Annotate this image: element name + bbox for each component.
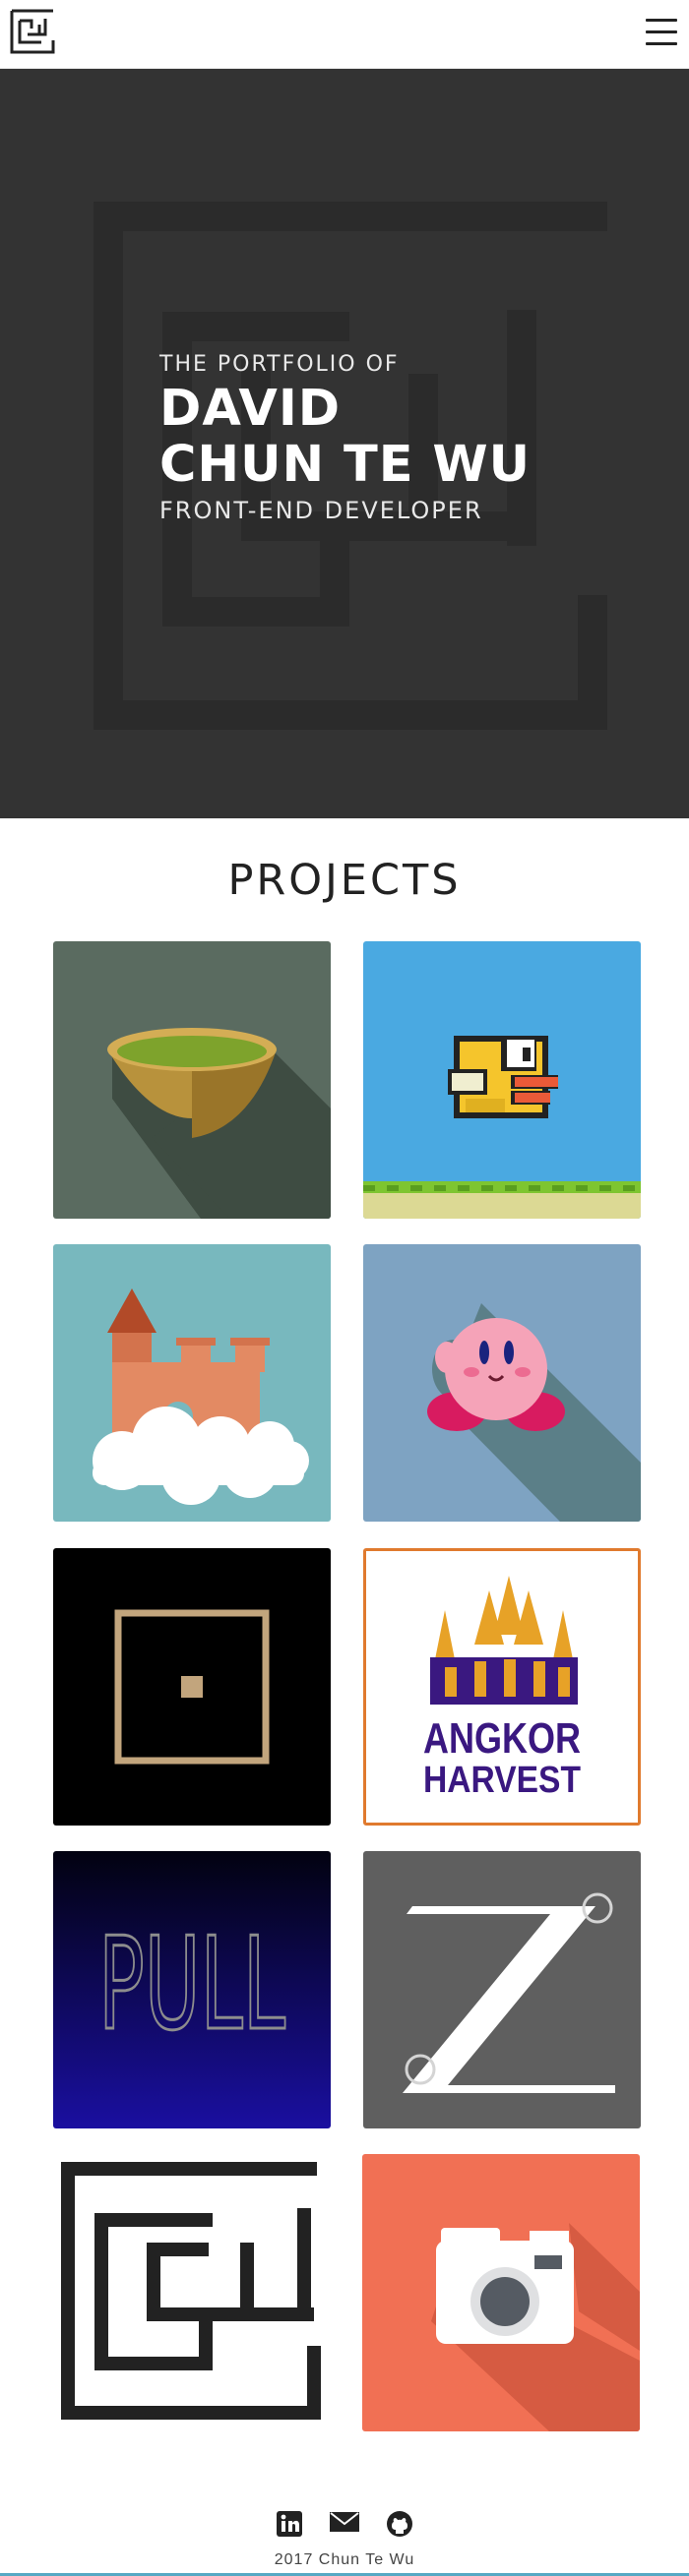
angkor-text-2: HARVEST — [423, 1760, 581, 1801]
project-tile-pull[interactable]: PULL — [53, 1851, 331, 2128]
top-navbar — [0, 0, 689, 69]
project-tile-tea[interactable] — [53, 941, 331, 1219]
footer-social-links — [0, 2510, 689, 2538]
hero-section: THE PORTFOLIO OF DAVID CHUN TE WU FRONT-… — [0, 69, 689, 818]
project-tile-kirby[interactable] — [363, 1244, 641, 1522]
cw-maze-logo-icon[interactable] — [10, 9, 55, 54]
hamburger-menu-icon[interactable] — [646, 19, 677, 46]
pull-game-icon: PULL — [53, 1851, 331, 2128]
hero-role: FRONT-END DEVELOPER — [159, 497, 483, 524]
hero-name-line1: DAVID — [159, 380, 342, 438]
tea-bowl-icon — [53, 941, 331, 1219]
angkor-text-1: ANGKOR — [423, 1714, 581, 1763]
project-tile-square[interactable] — [53, 1548, 331, 1826]
linkedin-icon[interactable] — [274, 2510, 305, 2538]
email-icon[interactable] — [329, 2510, 360, 2538]
github-icon[interactable] — [384, 2510, 415, 2538]
hero-heading: THE PORTFOLIO OF DAVID CHUN TE WU FRONT-… — [159, 352, 531, 524]
kirby-icon — [363, 1244, 641, 1522]
project-tile-angkor[interactable]: ANGKOR HARVEST — [363, 1548, 641, 1826]
cw-maze-icon — [53, 2154, 331, 2431]
flappy-bird-icon — [363, 941, 641, 1219]
project-tile-camera[interactable] — [362, 2154, 640, 2431]
castle-cloud-icon — [53, 1244, 331, 1522]
project-tile-maze[interactable] — [53, 2154, 331, 2431]
pull-text: PULL — [98, 1909, 285, 2059]
angkor-harvest-logo: ANGKOR HARVEST — [366, 1551, 638, 1823]
z-letter-icon — [363, 1851, 641, 2128]
hero-name: DAVID CHUN TE WU — [159, 381, 531, 493]
hero-name-line2: CHUN TE WU — [159, 436, 532, 494]
camera-icon — [362, 2154, 640, 2431]
hero-subtitle: THE PORTFOLIO OF — [159, 352, 400, 377]
projects-title: PROJECTS — [227, 856, 462, 905]
project-tile-castle[interactable] — [53, 1244, 331, 1522]
project-tile-z[interactable] — [363, 1851, 641, 2128]
footer-copyright: 2017 Chun Te Wu — [274, 2551, 415, 2568]
square-dot-icon — [53, 1548, 331, 1826]
project-tile-flappy[interactable] — [363, 941, 641, 1219]
